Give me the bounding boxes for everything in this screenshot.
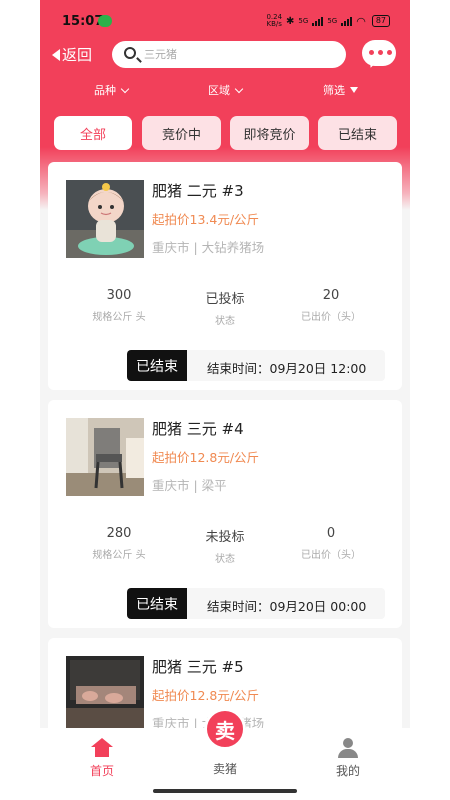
filter-breed-label: 品种 [94,84,116,97]
nav-home[interactable]: 首页 [62,738,142,779]
card-title: 肥猪 二元 #3 [152,182,244,200]
wechat-notification-icon [98,15,112,27]
tab-ended[interactable]: 已结束 [318,116,397,150]
home-icon [91,738,113,758]
card-price: 起拍价13.4元/公斤 [152,212,260,227]
auction-card[interactable]: 肥猪 三元 #4 起拍价12.8元/公斤 重庆市 | 梁平 280 规格公斤 头… [48,400,402,628]
stat-bids-value: 0 [326,526,336,541]
nav-sell-label: 卖猪 [212,762,237,776]
stat-spec-value: 280 [106,526,132,541]
wifi-icon: ◠ [356,14,366,28]
end-time: 结束时间：09月20日 12:00 [207,361,367,376]
tab-bidding[interactable]: 竞价中 [142,116,221,150]
stat-spec-value: 300 [106,288,132,303]
ended-badge: 已结束 [127,350,187,381]
user-icon [337,738,359,758]
stat-bids: 0 已出价（头） [272,526,390,561]
filter-screen-label: 筛选 [323,84,345,97]
bluetooth-icon: ✱ [286,15,295,27]
signal-icon-2 [341,16,353,26]
status-tabs: 全部 竞价中 即将竞价 已结束 [54,116,398,150]
nav-mine-label: 我的 [335,764,360,778]
sell-button[interactable]: 卖 [204,708,246,750]
card-price: 起拍价12.8元/公斤 [152,688,260,703]
product-image [66,656,144,734]
chevron-down-icon [120,84,130,93]
back-arrow-icon [52,48,60,61]
message-icon[interactable] [362,40,396,66]
stat-status-value: 已投标 [205,292,245,307]
funnel-icon [350,87,358,93]
card-title: 肥猪 三元 #4 [152,420,244,438]
stat-spec-label: 规格公斤 头 [92,550,146,561]
stat-status-value: 未投标 [205,530,245,545]
end-info-bar: 已结束 结束时间：09月20日 12:00 [127,350,385,381]
stat-spec: 280 规格公斤 头 [60,526,178,561]
stat-status: 未投标 状态 [166,526,284,565]
card-title: 肥猪 三元 #5 [152,658,244,676]
nav-sell[interactable]: 卖猪 [185,760,265,777]
card-location: 重庆市 | 大钻养猪场 [152,240,265,255]
stat-bids-label: 已出价（头） [301,312,361,323]
battery-icon: 87 [371,15,390,27]
filter-region-label: 区域 [208,84,230,97]
stat-status: 已投标 状态 [166,288,284,327]
stat-spec-label: 规格公斤 头 [92,312,146,323]
filter-region[interactable]: 区域 [208,82,244,98]
card-price: 起拍价12.8元/公斤 [152,450,260,465]
stat-status-label: 状态 [215,554,235,565]
auction-card[interactable]: 肥猪 二元 #3 起拍价13.4元/公斤 重庆市 | 大钻养猪场 300 规格公… [48,162,402,390]
search-box[interactable] [112,41,346,68]
network-type-2: 5G [327,17,338,25]
search-input[interactable] [144,45,334,63]
home-indicator [153,789,297,793]
stat-bids-value: 20 [322,288,340,303]
app-screen: 15:07 0.24 KB/s ✱ 5G 5G ◠ 87 返回 品种 [40,0,410,800]
stat-bids: 20 已出价（头） [272,288,390,323]
stat-status-label: 状态 [215,316,235,327]
card-stats: 280 规格公斤 头 未投标 状态 0 已出价（头） [48,526,402,566]
filter-row: 品种 区域 筛选 [40,82,410,102]
network-speed: 0.24 KB/s [266,13,283,28]
search-icon [124,47,136,59]
product-image [66,418,144,496]
top-nav: 返回 [40,40,410,72]
tab-upcoming[interactable]: 即将竞价 [230,116,309,150]
end-info-bar: 已结束 结束时间：09月20日 00:00 [127,588,385,619]
nav-home-label: 首页 [89,764,114,778]
tab-all[interactable]: 全部 [54,116,132,150]
filter-breed[interactable]: 品种 [94,82,130,98]
card-location: 重庆市 | 梁平 [152,478,227,493]
ended-badge: 已结束 [127,588,187,619]
network-type-1: 5G [298,17,309,25]
status-bar: 15:07 0.24 KB/s ✱ 5G 5G ◠ 87 [40,0,410,40]
product-image [66,180,144,258]
end-time: 结束时间：09月20日 00:00 [207,599,367,614]
chevron-down-icon [234,84,244,93]
nav-mine[interactable]: 我的 [308,738,388,779]
status-indicators: 0.24 KB/s ✱ 5G 5G ◠ 87 [266,13,390,29]
stat-bids-label: 已出价（头） [301,550,361,561]
filter-screen[interactable]: 筛选 [323,82,358,98]
stat-spec: 300 规格公斤 头 [60,288,178,323]
signal-icon [312,16,324,26]
back-label: 返回 [62,46,93,64]
back-button[interactable]: 返回 [52,44,92,65]
card-stats: 300 规格公斤 头 已投标 状态 20 已出价（头） [48,288,402,328]
